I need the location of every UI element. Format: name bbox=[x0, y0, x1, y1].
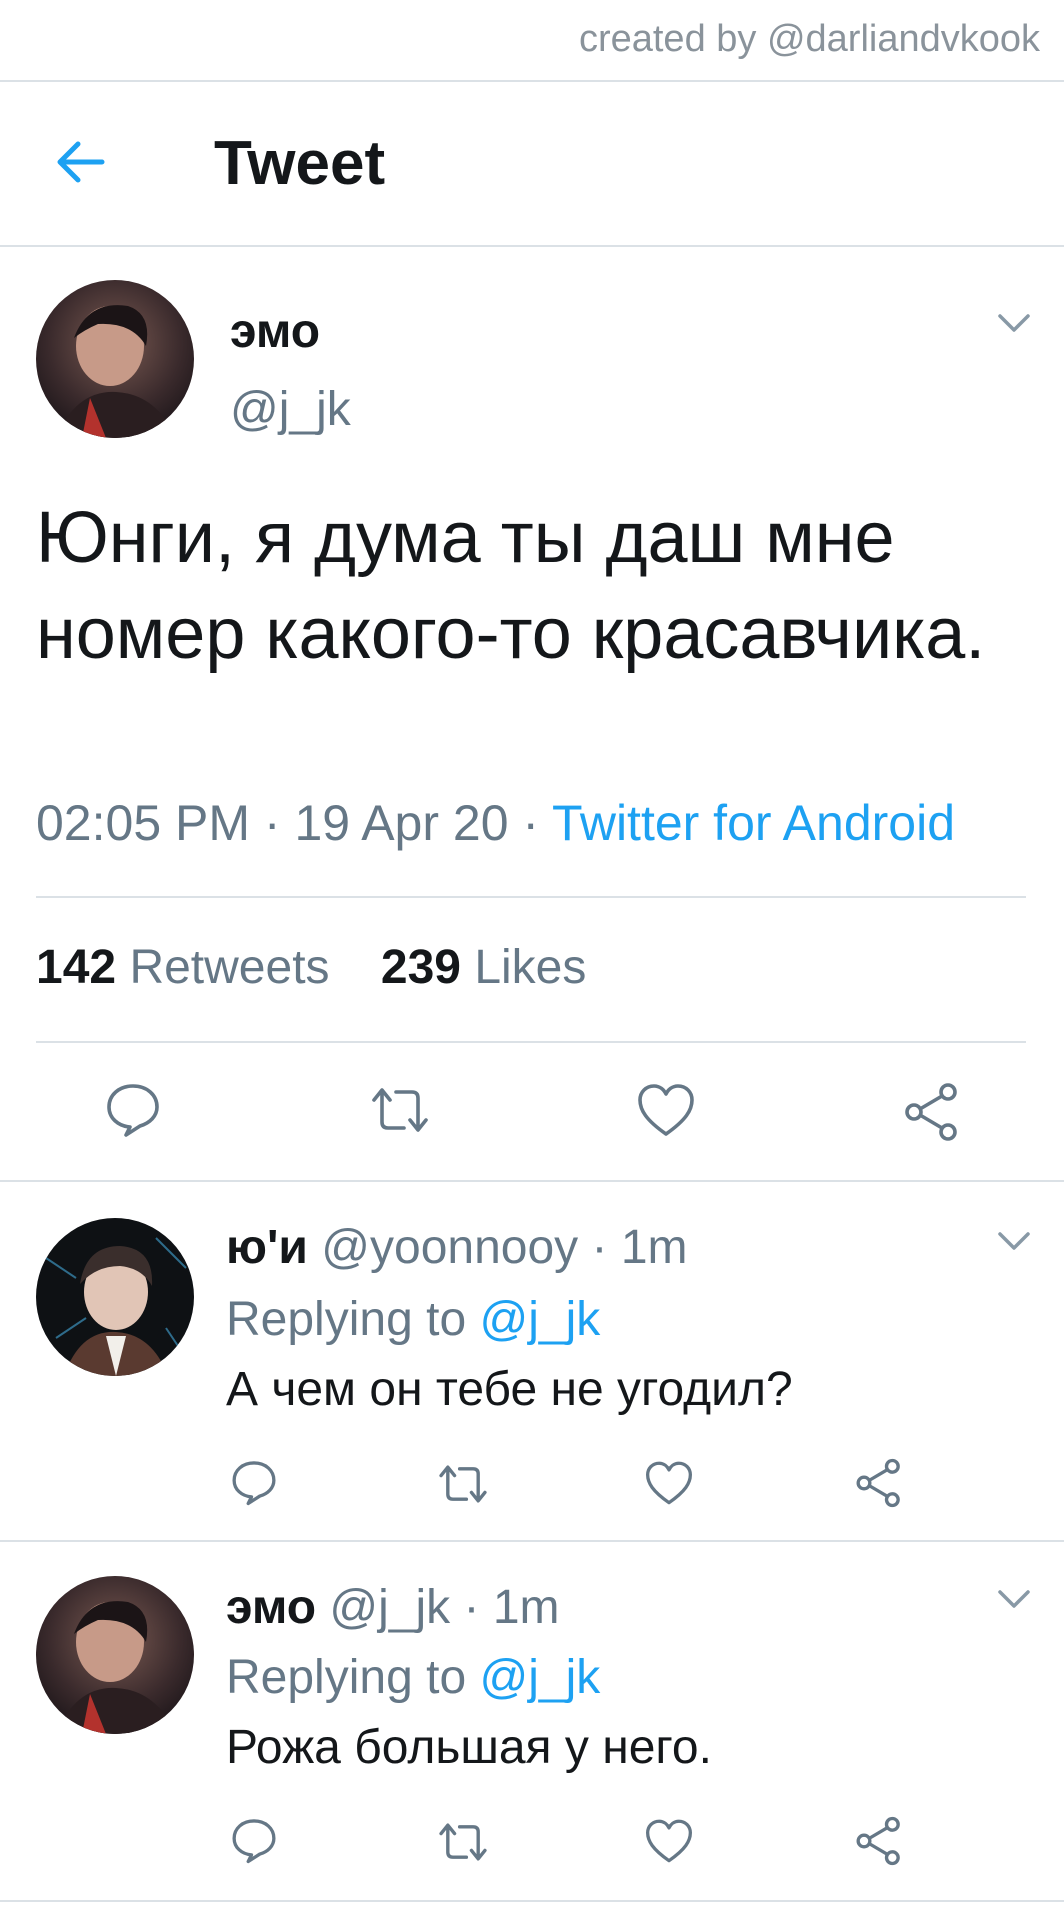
likes-count[interactable]: 239 bbox=[381, 941, 461, 994]
likes-label[interactable]: Likes bbox=[474, 941, 586, 994]
tweet-stats: 142 Retweets 239 Likes bbox=[36, 940, 624, 995]
tweet-source-link[interactable]: Twitter for Android bbox=[552, 795, 955, 851]
retweets-count[interactable]: 142 bbox=[36, 941, 116, 994]
chevron-down-icon[interactable] bbox=[996, 1586, 1032, 1612]
share-icon[interactable] bbox=[854, 1816, 904, 1866]
top-divider bbox=[0, 80, 1064, 82]
tweet-text: Юнги, я дума ты даш мне номер какого-то … bbox=[36, 498, 986, 674]
reply-author-name[interactable]: ю'и bbox=[226, 1221, 308, 1274]
reply-age: · 1m bbox=[591, 1221, 688, 1274]
tweet-divider bbox=[0, 1180, 1064, 1182]
reply-icon[interactable] bbox=[104, 1080, 162, 1138]
reply-text: Рожа большая у него. bbox=[226, 1721, 712, 1774]
reply-text: А чем он тебе не угодил? bbox=[226, 1363, 793, 1416]
reply-header: ю'и @yoonnooy · 1m bbox=[226, 1220, 688, 1275]
share-icon[interactable] bbox=[854, 1458, 904, 1508]
retweet-icon[interactable] bbox=[368, 1084, 432, 1136]
share-icon[interactable] bbox=[902, 1082, 962, 1142]
retweet-icon[interactable] bbox=[436, 1820, 490, 1864]
retweet-icon[interactable] bbox=[436, 1462, 490, 1506]
tweet-date: 19 Apr 20 bbox=[294, 795, 509, 851]
reply-icon[interactable] bbox=[230, 1816, 278, 1864]
reply-header: эмо @j_jk · 1m bbox=[226, 1580, 560, 1635]
reply-age: · 1m bbox=[463, 1581, 560, 1634]
reply-divider bbox=[0, 1900, 1064, 1902]
chevron-down-icon[interactable] bbox=[996, 1228, 1032, 1254]
back-arrow-icon[interactable] bbox=[52, 132, 112, 192]
like-icon[interactable] bbox=[636, 1082, 696, 1138]
like-icon[interactable] bbox=[644, 1818, 694, 1864]
reply-author-name[interactable]: эмо bbox=[226, 1581, 316, 1634]
avatar[interactable] bbox=[36, 280, 194, 438]
replying-to-link[interactable]: @j_jk bbox=[479, 1293, 600, 1346]
replying-to-label: Replying to bbox=[226, 1651, 467, 1704]
reply-divider bbox=[0, 1540, 1064, 1542]
meta-separator: · bbox=[250, 795, 295, 851]
avatar[interactable] bbox=[36, 1218, 194, 1376]
avatar[interactable] bbox=[36, 1576, 194, 1734]
page-title: Tweet bbox=[214, 129, 386, 198]
author-handle[interactable]: @j_jk bbox=[230, 382, 351, 437]
header-divider bbox=[0, 245, 1064, 247]
replying-to-label: Replying to bbox=[226, 1293, 467, 1346]
replying-to-line: Replying to @j_jk bbox=[226, 1650, 600, 1705]
credit-text: created by @darliandvkook bbox=[578, 18, 1040, 60]
replying-to-line: Replying to @j_jk bbox=[226, 1292, 600, 1347]
retweets-label[interactable]: Retweets bbox=[129, 941, 329, 994]
author-name[interactable]: эмо bbox=[230, 304, 320, 359]
like-icon[interactable] bbox=[644, 1460, 694, 1506]
chevron-down-icon[interactable] bbox=[996, 310, 1032, 336]
tweet-meta: 02:05 PM · 19 Apr 20 · Twitter for Andro… bbox=[36, 794, 955, 852]
stats-divider bbox=[36, 1041, 1026, 1043]
meta-divider bbox=[36, 896, 1026, 898]
reply-author-handle[interactable]: @j_jk bbox=[329, 1581, 450, 1634]
reply-icon[interactable] bbox=[230, 1458, 278, 1506]
tweet-time: 02:05 PM bbox=[36, 795, 251, 851]
meta-separator: · bbox=[508, 795, 553, 851]
replying-to-link[interactable]: @j_jk bbox=[479, 1651, 600, 1704]
reply-author-handle[interactable]: @yoonnooy bbox=[321, 1221, 578, 1274]
